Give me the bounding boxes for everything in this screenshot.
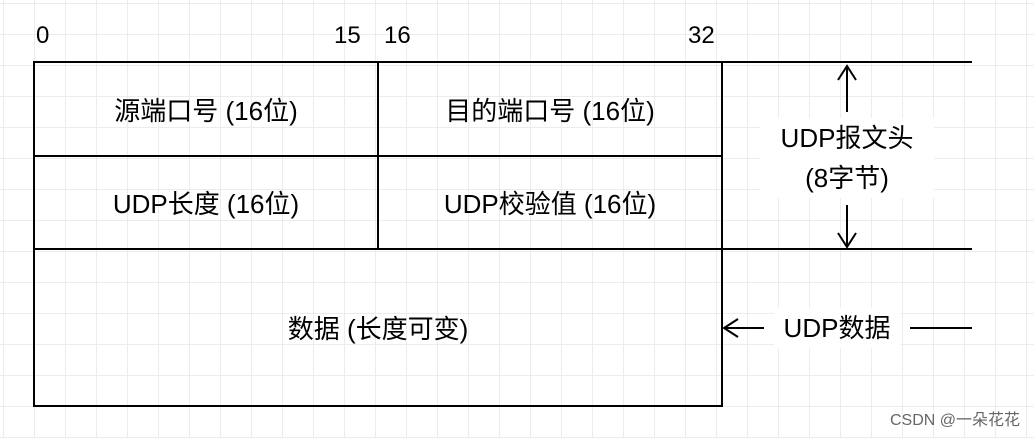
udp-header-label-line2: (8字节) [805,163,889,193]
udp-header-label: UDP报文头 (8字节) [760,118,934,198]
udp-data-label: UDP数据 [774,308,900,348]
watermark-text: CSDN @一朵花花 [889,412,1020,429]
udp-header-label-line1: UDP报文头 [780,123,914,153]
annotation-arrows [722,64,972,338]
udp-packet-diagram: 0 15 16 32 源端口号 (16位) 目的端口号 (16位) UDP长度 … [0,0,1034,438]
